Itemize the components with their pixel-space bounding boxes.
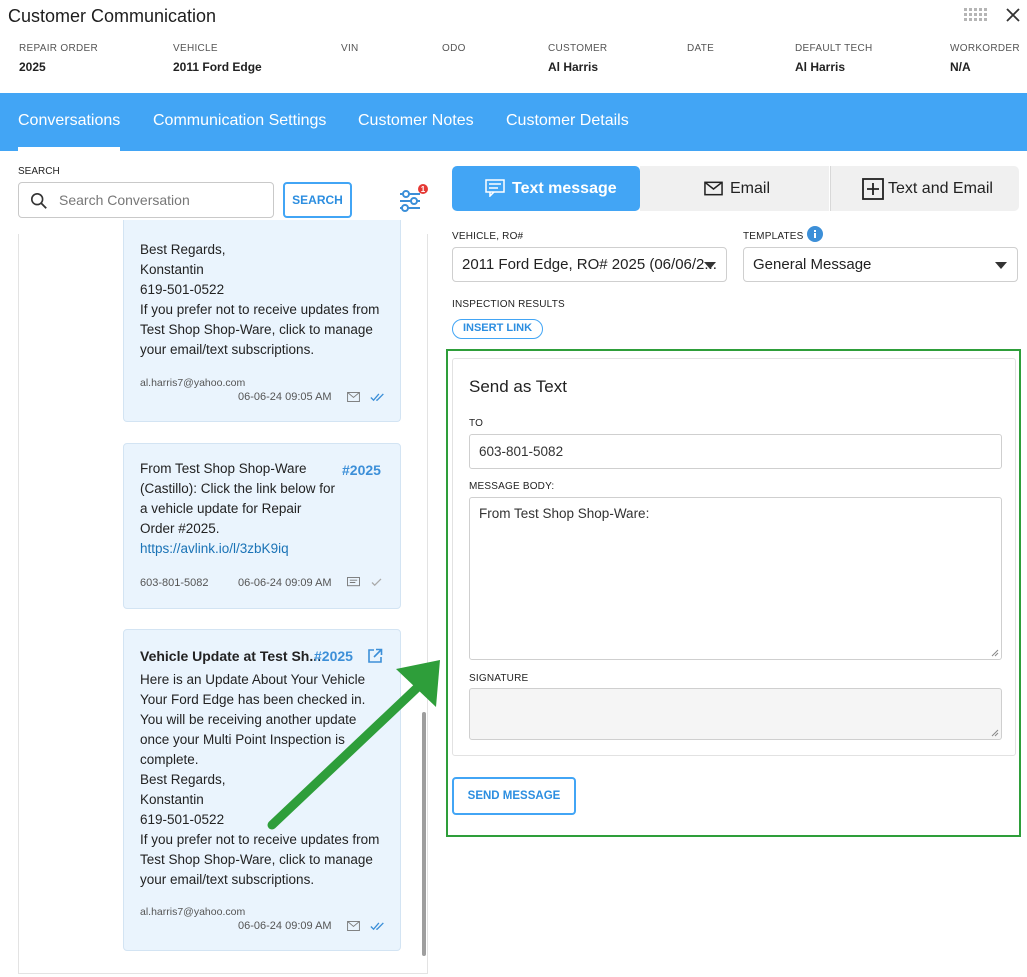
chevron-down-icon [995, 262, 1007, 269]
meta-date: DATE [687, 43, 714, 60]
meta-label: WORKORDER [950, 43, 1020, 54]
search-label: SEARCH [18, 166, 60, 177]
main-tab-bar: Conversations Communication Settings Cus… [0, 93, 1027, 151]
meta-label: VEHICLE [173, 43, 218, 54]
message-body: From Test Shop Shop-Ware (Castillo): Cli… [140, 461, 336, 536]
search-input[interactable] [57, 183, 267, 217]
filter-badge-count: 1 [421, 185, 426, 194]
message-contact: 603-801-5082 [140, 577, 209, 589]
meta-workorder: WORKORDER N/A [950, 43, 1020, 74]
message-link[interactable]: https://avlink.io/l/3zbK9iq [140, 539, 390, 559]
meta-value: Al Harris [548, 60, 599, 74]
signature-textarea[interactable] [469, 688, 1002, 740]
send-message-button[interactable]: SEND MESSAGE [452, 777, 576, 815]
mode-text-message[interactable]: Text message [452, 166, 640, 211]
chevron-down-icon [704, 262, 716, 269]
envelope-icon [704, 181, 723, 196]
inspection-results-label: INSPECTION RESULTS [452, 299, 565, 310]
mode-label: Text and Email [888, 180, 993, 197]
insert-link-button[interactable]: INSERT LINK [452, 319, 543, 339]
filter-sliders-icon[interactable]: 1 [396, 184, 430, 214]
resize-handle-icon[interactable] [991, 649, 999, 657]
meta-odo: ODO [442, 43, 466, 60]
email-icon [347, 921, 360, 931]
read-double-check-icon [370, 922, 384, 931]
meta-value: Al Harris [795, 60, 846, 74]
meta-label: DEFAULT TECH [795, 43, 873, 54]
resize-handle-icon[interactable] [991, 729, 999, 737]
message-body: Best Regards, Konstantin 619-501-0522 If… [140, 242, 380, 357]
meta-label: CUSTOMER [548, 43, 608, 54]
tab-communication-settings[interactable]: Communication Settings [153, 93, 326, 151]
tab-conversations[interactable]: Conversations [18, 93, 121, 151]
meta-value: 2025 [19, 60, 46, 74]
meta-vin: VIN [341, 43, 359, 60]
meta-repair-order: REPAIR ORDER 2025 [19, 43, 98, 74]
message-contact: al.harris7@yahoo.com [140, 377, 246, 389]
close-icon[interactable] [1004, 6, 1022, 24]
search-button[interactable]: SEARCH [283, 182, 352, 218]
message-timestamp: 06-06-24 09:09 AM [238, 577, 332, 589]
email-icon [347, 392, 360, 402]
vehicle-label: VEHICLE, RO# [452, 231, 524, 242]
mode-text-and-email[interactable]: Text and Email [830, 166, 1019, 211]
sms-icon [347, 577, 360, 587]
message-contact: al.harris7@yahoo.com [140, 906, 246, 918]
annotation-arrow-icon [267, 660, 440, 830]
conversation-card-email[interactable]: Best Regards, Konstantin 619-501-0522 If… [123, 220, 401, 422]
search-icon [30, 192, 47, 209]
meta-label: REPAIR ORDER [19, 43, 98, 54]
meta-value: N/A [950, 60, 971, 74]
mode-email[interactable]: Email [640, 166, 829, 211]
meta-value: 2011 Ford Edge [173, 60, 262, 74]
search-field [18, 182, 274, 218]
message-body-textarea[interactable]: From Test Shop Shop-Ware: [469, 497, 1002, 660]
ro-tag[interactable]: #2025 [342, 462, 381, 478]
mode-label: Text message [512, 180, 617, 197]
message-body-label: MESSAGE BODY: [469, 481, 555, 492]
meta-label: DATE [687, 43, 715, 54]
templates-value: General Message [753, 256, 872, 273]
window-title: Customer Communication [8, 6, 217, 26]
conversation-card-text[interactable]: #2025 From Test Shop Shop-Ware (Castillo… [123, 443, 401, 609]
panel-title: Send as Text [469, 377, 567, 396]
message-timestamp: 06-06-24 09:05 AM [238, 391, 332, 403]
meta-vehicle: VEHICLE 2011 Ford Edge [173, 43, 262, 74]
meta-customer: CUSTOMER Al Harris [548, 43, 607, 74]
message-icon [485, 179, 505, 197]
templates-label: TEMPLATES [743, 231, 804, 242]
app-grid-icon[interactable] [964, 8, 990, 22]
tab-customer-details[interactable]: Customer Details [506, 93, 629, 151]
vehicle-ro-value: 2011 Ford Edge, RO# 2025 (06/06/2... [462, 256, 717, 273]
meta-label: ODO [442, 43, 466, 54]
tab-customer-notes[interactable]: Customer Notes [358, 93, 474, 151]
vehicle-ro-select[interactable]: 2011 Ford Edge, RO# 2025 (06/06/2... [452, 247, 727, 282]
sent-check-icon [371, 578, 382, 587]
meta-default-tech: DEFAULT TECH Al Harris [795, 43, 873, 74]
to-label: TO [469, 418, 484, 429]
meta-label: VIN [341, 43, 359, 54]
templates-select[interactable]: General Message [743, 247, 1018, 282]
signature-label: SIGNATURE [469, 673, 529, 684]
info-icon[interactable] [807, 226, 823, 242]
message-timestamp: 06-06-24 09:09 AM [238, 920, 332, 932]
plus-box-icon [862, 178, 884, 200]
mode-label: Email [730, 180, 771, 197]
read-double-check-icon [370, 393, 384, 402]
to-field[interactable]: 603-801-5082 [469, 434, 1002, 469]
